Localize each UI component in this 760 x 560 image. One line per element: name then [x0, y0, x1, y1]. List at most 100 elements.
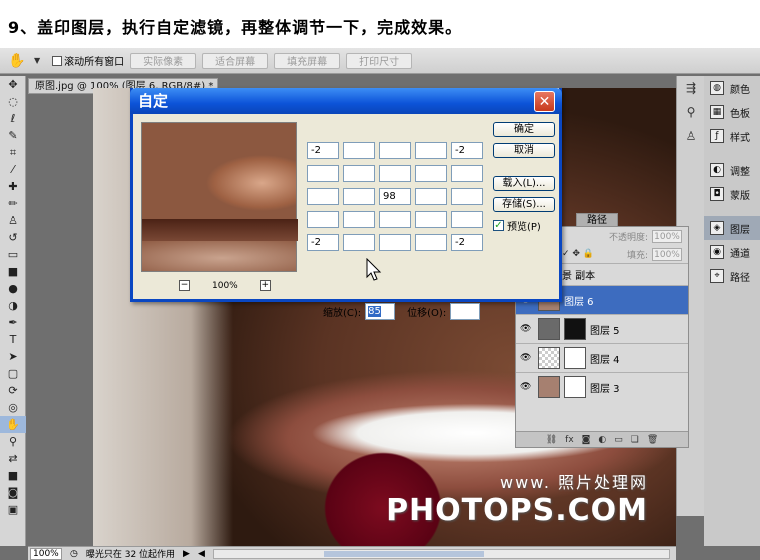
status-info-icon[interactable]: ◷	[70, 549, 78, 559]
stamp-icon[interactable]: ♙	[677, 124, 705, 148]
kernel-cell[interactable]	[343, 165, 375, 182]
kernel-cell[interactable]	[451, 211, 483, 228]
panel-color[interactable]: ◍ 颜色	[704, 76, 760, 100]
kernel-cell[interactable]	[379, 234, 411, 251]
kernel-cell[interactable]	[343, 211, 375, 228]
visibility-eye-icon[interactable]: 👁	[520, 382, 534, 392]
move-tool-icon[interactable]: ✥	[0, 76, 26, 93]
adjustment-layer-icon[interactable]: ◐	[598, 435, 606, 445]
type-tool-icon[interactable]: T	[0, 331, 26, 348]
3d-rotate-tool-icon[interactable]: ⟳	[0, 382, 26, 399]
kernel-cell[interactable]	[307, 188, 339, 205]
pen-tool-icon[interactable]: ✒	[0, 314, 26, 331]
actual-pixels-button[interactable]: 实际像素	[130, 52, 197, 69]
swap-colors-icon[interactable]: ⇄	[0, 450, 26, 467]
dodge-tool-icon[interactable]: ◑	[0, 297, 26, 314]
screen-mode-icon[interactable]: ▣	[0, 501, 26, 518]
kernel-cell[interactable]: -2	[307, 142, 339, 159]
tool-preset-dropdown-icon[interactable]: ▼	[34, 56, 40, 65]
scroll-left-icon[interactable]: ◀	[198, 549, 205, 559]
panel-layers[interactable]: ◈ 图层	[704, 216, 760, 240]
kernel-cell[interactable]: -2	[451, 234, 483, 251]
history-brush-tool-icon[interactable]: ↺	[0, 229, 26, 246]
kernel-cell[interactable]	[379, 165, 411, 182]
zoom-in-icon[interactable]: +	[259, 280, 271, 291]
kernel-cell[interactable]	[343, 188, 375, 205]
fx-icon[interactable]: fx	[565, 435, 574, 445]
cancel-button[interactable]: 取消	[493, 143, 555, 158]
panel-channels[interactable]: ◉ 通道	[704, 240, 760, 264]
checkbox-box[interactable]	[52, 55, 63, 66]
kernel-cell[interactable]: 98	[379, 188, 411, 205]
kernel-cell[interactable]	[379, 211, 411, 228]
panel-adjustments[interactable]: ◐ 调整	[704, 158, 760, 182]
status-arrow-icon[interactable]: ▶	[183, 549, 190, 559]
kernel-cell[interactable]	[307, 211, 339, 228]
new-layer-icon[interactable]: ❏	[631, 435, 639, 445]
kernel-cell[interactable]	[343, 142, 375, 159]
kernel-cell[interactable]: -2	[307, 234, 339, 251]
kernel-cell[interactable]	[415, 142, 447, 159]
kernel-cell[interactable]: -2	[451, 142, 483, 159]
preview-checkbox[interactable]: ✓ 预览(P)	[493, 218, 555, 233]
close-icon[interactable]: ✕	[534, 91, 555, 112]
visibility-eye-icon[interactable]: 👁	[520, 353, 534, 363]
kernel-cell[interactable]	[415, 165, 447, 182]
layer-row[interactable]: 👁 图层 4	[516, 343, 688, 372]
quick-mask-icon[interactable]: ◙	[0, 484, 26, 501]
layer-row[interactable]: 👁 图层 3	[516, 372, 688, 401]
opacity-field[interactable]: 100%	[652, 229, 682, 243]
marquee-tool-icon[interactable]: ◌	[0, 93, 26, 110]
panel-masks[interactable]: ◘ 蒙版	[704, 182, 760, 206]
horizontal-scrollbar[interactable]	[212, 548, 670, 559]
kernel-cell[interactable]	[379, 142, 411, 159]
scale-input[interactable]: 85	[365, 303, 396, 320]
hand-tool-icon[interactable]: ✋	[0, 416, 26, 433]
save-button[interactable]: 存储(S)...	[493, 197, 555, 212]
paths-tab[interactable]: 路径	[576, 213, 618, 227]
stamp-tool-icon[interactable]: ♙	[0, 212, 26, 229]
lasso-tool-icon[interactable]: ℓ	[0, 110, 26, 127]
layer-row[interactable]: 👁 图层 5	[516, 314, 688, 343]
quick-select-tool-icon[interactable]: ✎	[0, 127, 26, 144]
load-button[interactable]: 载入(L)...	[493, 176, 555, 191]
panel-swatches[interactable]: ▦ 色板	[704, 100, 760, 124]
fit-screen-button[interactable]: 适合屏幕	[202, 52, 269, 69]
zoom-tool-icon[interactable]: ⚲	[0, 433, 26, 450]
pin-icon[interactable]: ⚲	[677, 100, 705, 124]
eraser-tool-icon[interactable]: ▭	[0, 246, 26, 263]
group-icon[interactable]: ▭	[614, 435, 623, 445]
scroll-all-windows-checkbox[interactable]: 滚动所有窗口	[52, 53, 124, 68]
link-icon[interactable]: ⛓	[546, 435, 557, 445]
add-mask-icon[interactable]: ◙	[582, 435, 591, 445]
panel-tool-icon[interactable]: ⇶	[677, 76, 705, 100]
panel-paths[interactable]: ⌖ 路径	[704, 264, 760, 288]
kernel-cell[interactable]	[451, 165, 483, 182]
crop-tool-icon[interactable]: ⌗	[0, 144, 26, 161]
print-size-button[interactable]: 打印尺寸	[346, 52, 413, 69]
kernel-cell[interactable]	[415, 211, 447, 228]
shape-tool-icon[interactable]: ▢	[0, 365, 26, 382]
path-select-tool-icon[interactable]: ➤	[0, 348, 26, 365]
scrollbar-thumb[interactable]	[323, 550, 484, 557]
hand-tool-icon[interactable]: ✋	[6, 52, 28, 70]
panel-styles[interactable]: ƒ 样式	[704, 124, 760, 148]
kernel-cell[interactable]	[307, 165, 339, 182]
eyedropper-tool-icon[interactable]: ⁄	[0, 161, 26, 178]
visibility-eye-icon[interactable]: 👁	[520, 324, 534, 334]
zoom-field[interactable]: 100%	[30, 547, 62, 560]
foreground-color-icon[interactable]: ■	[0, 467, 26, 484]
brush-tool-icon[interactable]: ✏	[0, 195, 26, 212]
kernel-cell[interactable]	[451, 188, 483, 205]
trash-icon[interactable]: 🗑	[647, 435, 658, 445]
zoom-out-icon[interactable]: −	[179, 280, 190, 291]
kernel-cell[interactable]	[343, 234, 375, 251]
filter-preview[interactable]	[141, 122, 298, 272]
checkmark-icon[interactable]: ✓	[493, 220, 504, 231]
kernel-cell[interactable]	[415, 188, 447, 205]
dialog-title[interactable]: 自定	[130, 88, 562, 114]
fill-screen-button[interactable]: 填充屏幕	[274, 52, 341, 69]
fill-field[interactable]: 100%	[652, 247, 682, 261]
ok-button[interactable]: 确定	[493, 122, 555, 137]
offset-input[interactable]	[450, 303, 481, 320]
